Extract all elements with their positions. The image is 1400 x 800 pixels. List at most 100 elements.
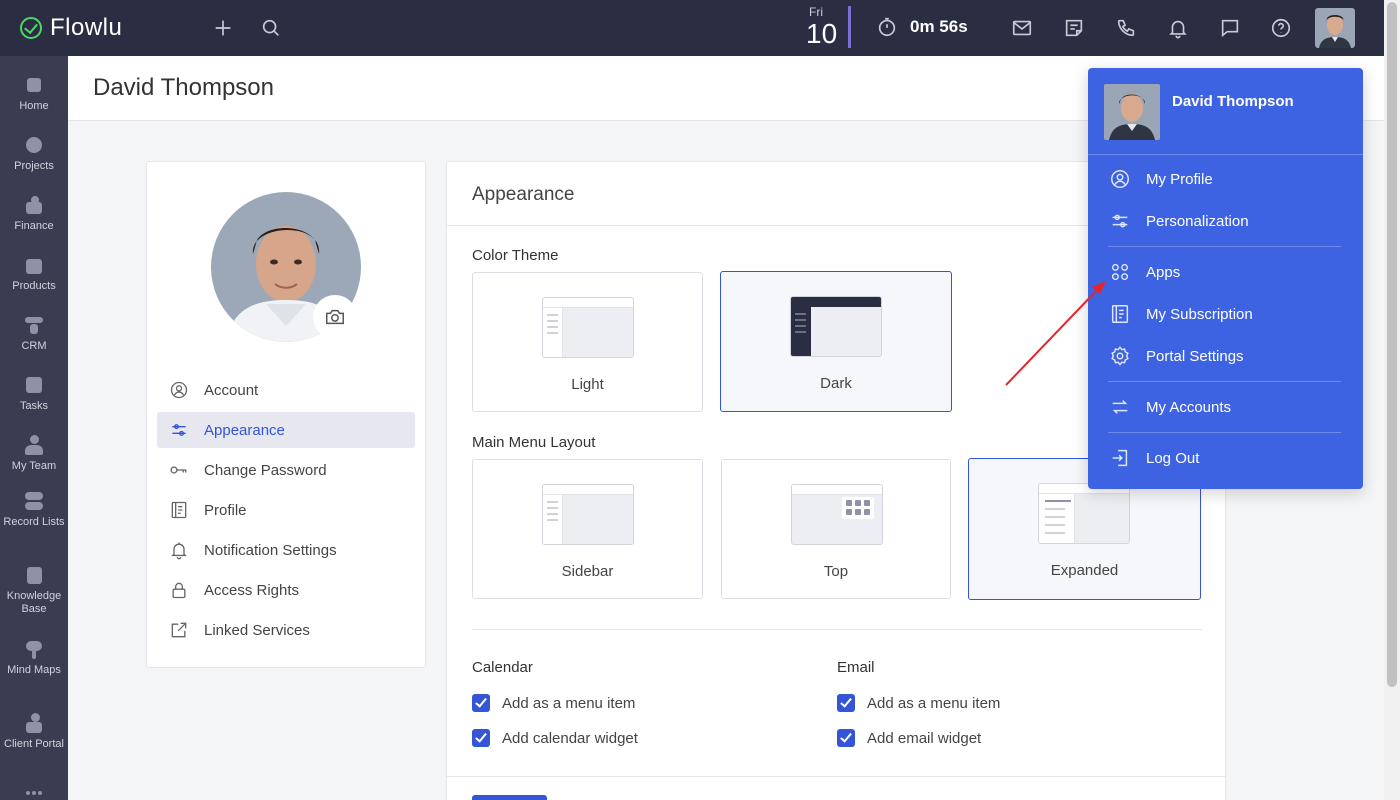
email-menu-item-checkbox[interactable]: Add as a menu item bbox=[837, 694, 1000, 712]
nav-label: Client Portal bbox=[4, 738, 64, 750]
notes-icon[interactable] bbox=[1060, 14, 1088, 42]
external-link-icon bbox=[169, 620, 189, 640]
menu-item-linked-services[interactable]: Linked Services bbox=[157, 612, 415, 648]
nav-more-icon[interactable] bbox=[0, 788, 68, 800]
option-label: Sidebar bbox=[561, 563, 614, 580]
menu-item-label: Access Rights bbox=[204, 581, 300, 599]
menu-item-label: Profile bbox=[204, 501, 247, 519]
layout-option-top[interactable]: Top bbox=[721, 459, 951, 599]
user-dropdown-menu: David Thompson My Profile Personalizatio… bbox=[1088, 68, 1363, 489]
nav-item-home[interactable]: Home bbox=[0, 74, 68, 113]
calendar-section-label: Calendar bbox=[472, 659, 533, 676]
nav-label: Finance bbox=[14, 220, 54, 232]
nav-item-record-lists[interactable]: Record Lists bbox=[0, 490, 68, 529]
nav-item-knowledge-base[interactable]: Knowledge Base bbox=[0, 564, 68, 616]
nav-item-crm[interactable]: CRM bbox=[0, 314, 68, 353]
finance-icon bbox=[23, 194, 45, 216]
nav-item-client-portal[interactable]: Client Portal bbox=[0, 712, 68, 751]
layout-option-sidebar[interactable]: Sidebar bbox=[472, 459, 703, 599]
apps-grid-icon bbox=[1108, 260, 1132, 284]
theme-option-dark[interactable]: Dark bbox=[720, 271, 952, 412]
client-portal-icon bbox=[23, 712, 45, 734]
dropdown-avatar bbox=[1104, 84, 1160, 140]
dropdown-divider bbox=[1088, 154, 1363, 155]
phone-icon[interactable] bbox=[1112, 14, 1140, 42]
calendar-widget-checkbox[interactable]: Add calendar widget bbox=[472, 729, 638, 747]
dropdown-item-label: My Profile bbox=[1146, 170, 1213, 188]
nav-item-products[interactable]: Products bbox=[0, 254, 68, 293]
page-title: David Thompson bbox=[93, 74, 274, 101]
sliders-icon bbox=[169, 420, 189, 440]
mail-icon[interactable] bbox=[1008, 14, 1036, 42]
timer-value: 0m 56s bbox=[910, 17, 968, 36]
nav-item-finance[interactable]: Finance bbox=[0, 194, 68, 233]
dropdown-item-portal-settings[interactable]: Portal Settings bbox=[1108, 341, 1348, 371]
search-icon[interactable] bbox=[257, 14, 285, 42]
app-name: Flowlu bbox=[50, 14, 123, 41]
dropdown-item-label: My Accounts bbox=[1146, 398, 1232, 416]
nav-item-projects[interactable]: Projects bbox=[0, 134, 68, 173]
dropdown-item-my-subscription[interactable]: My Subscription bbox=[1108, 299, 1348, 329]
bell-icon[interactable] bbox=[1164, 14, 1192, 42]
nav-item-my-team[interactable]: My Team bbox=[0, 434, 68, 473]
plus-icon[interactable] bbox=[209, 14, 237, 42]
theme-option-light[interactable]: Light bbox=[472, 272, 703, 412]
date-day-number: 10 bbox=[806, 18, 838, 49]
menu-item-account[interactable]: Account bbox=[157, 372, 415, 408]
calendar-menu-item-checkbox[interactable]: Add as a menu item bbox=[472, 694, 635, 712]
time-tracker[interactable]: 0m 56s bbox=[876, 16, 968, 38]
menu-item-appearance[interactable]: Appearance bbox=[157, 412, 415, 448]
checkbox-label: Add as a menu item bbox=[867, 694, 1001, 712]
page-scrollbar[interactable] bbox=[1384, 0, 1400, 800]
dropdown-item-label: Apps bbox=[1146, 263, 1181, 281]
option-label: Light bbox=[571, 376, 604, 393]
dropdown-item-personalization[interactable]: Personalization bbox=[1108, 206, 1348, 236]
checkbox-checked[interactable] bbox=[472, 694, 490, 712]
menu-item-notification-settings[interactable]: Notification Settings bbox=[157, 532, 415, 568]
date-widget[interactable]: Fri 10 bbox=[806, 5, 837, 49]
top-bar: Flowlu Fri 10 0m 56s bbox=[0, 0, 1384, 56]
app-logo[interactable]: Flowlu bbox=[20, 14, 122, 42]
left-navigation: Home Projects Finance Products CRM Tasks… bbox=[0, 56, 68, 800]
user-avatar-button[interactable] bbox=[1315, 8, 1355, 48]
help-icon[interactable] bbox=[1267, 14, 1295, 42]
nav-label: Projects bbox=[14, 160, 54, 172]
dropdown-item-my-accounts[interactable]: My Accounts bbox=[1108, 392, 1348, 422]
record-lists-icon bbox=[23, 490, 45, 512]
change-photo-button[interactable] bbox=[315, 297, 355, 337]
nav-item-mind-maps[interactable]: Mind Maps bbox=[0, 638, 68, 677]
option-label: Expanded bbox=[1050, 562, 1119, 579]
menu-item-access-rights[interactable]: Access Rights bbox=[157, 572, 415, 608]
panel-title: Appearance bbox=[472, 184, 575, 205]
mind-maps-icon bbox=[23, 638, 45, 660]
dropdown-item-log-out[interactable]: Log Out bbox=[1108, 443, 1348, 473]
dropdown-divider bbox=[1108, 432, 1341, 433]
dropdown-divider bbox=[1108, 381, 1341, 382]
gear-icon bbox=[1108, 344, 1132, 368]
email-widget-checkbox[interactable]: Add email widget bbox=[837, 729, 981, 747]
nav-item-tasks[interactable]: Tasks bbox=[0, 374, 68, 413]
tasks-icon bbox=[23, 374, 45, 396]
menu-item-profile[interactable]: Profile bbox=[157, 492, 415, 528]
section-divider bbox=[472, 629, 1202, 630]
main-menu-layout-label: Main Menu Layout bbox=[472, 434, 596, 451]
sliders-icon bbox=[1108, 209, 1132, 233]
dropdown-item-apps[interactable]: Apps bbox=[1108, 257, 1348, 287]
dropdown-item-label: Portal Settings bbox=[1146, 347, 1244, 365]
layout-top-preview bbox=[791, 484, 883, 545]
menu-item-label: Change Password bbox=[204, 461, 327, 479]
bell-icon bbox=[169, 540, 189, 560]
checkbox-label: Add email widget bbox=[867, 729, 982, 747]
scrollbar-thumb[interactable] bbox=[1387, 2, 1397, 687]
checkbox-checked[interactable] bbox=[472, 729, 490, 747]
checkbox-checked[interactable] bbox=[837, 694, 855, 712]
checkbox-label: Add calendar widget bbox=[502, 729, 638, 747]
switch-accounts-icon bbox=[1108, 395, 1132, 419]
profile-card: Account Appearance Change Password Profi… bbox=[146, 161, 426, 668]
checkbox-checked[interactable] bbox=[837, 729, 855, 747]
menu-item-change-password[interactable]: Change Password bbox=[157, 452, 415, 488]
home-icon bbox=[23, 74, 45, 96]
save-button[interactable] bbox=[472, 795, 547, 800]
dropdown-item-my-profile[interactable]: My Profile bbox=[1108, 164, 1348, 194]
chat-icon[interactable] bbox=[1216, 14, 1244, 42]
